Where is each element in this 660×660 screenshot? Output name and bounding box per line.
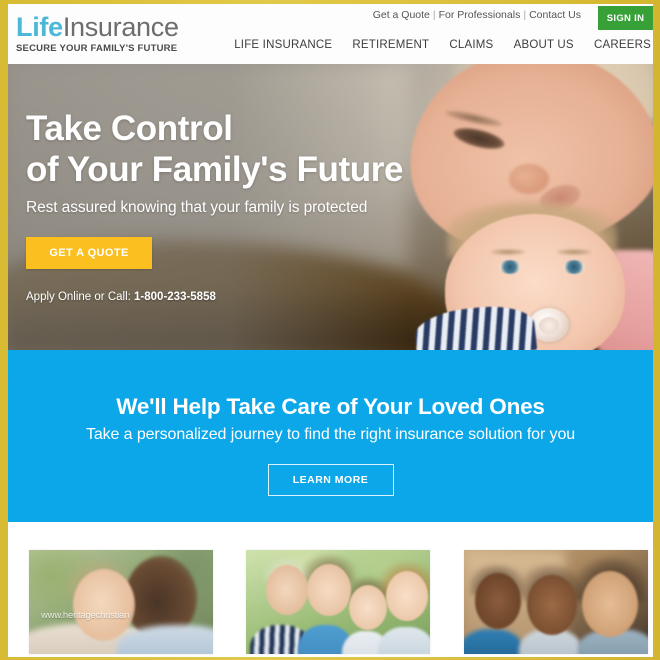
card-photo-family-of-four: [246, 550, 430, 654]
utility-separator-2: |: [523, 9, 527, 21]
utility-nav: Get a Quote | For Professionals | Contact Us: [373, 9, 581, 21]
card-item[interactable]: [464, 550, 648, 654]
promo-subheading: Take a personalized journey to find the …: [85, 426, 576, 443]
hero-heading-line-1: Take Control: [26, 109, 233, 148]
utility-link-contact-us[interactable]: Contact Us: [529, 9, 581, 21]
hero-baby-pacifier-center: [539, 317, 559, 334]
hero-heading: Take Control of Your Family's Future: [26, 108, 496, 190]
watermark-text: www.heritagechristian: [41, 610, 130, 621]
card-item[interactable]: www.heritagechristian: [29, 550, 213, 654]
hero-baby-eye-left: [499, 260, 521, 274]
logo-tagline: SECURE YOUR FAMILY'S FUTURE: [16, 43, 178, 54]
utility-link-for-professionals[interactable]: For Professionals: [439, 9, 521, 21]
card1-adult-head: [73, 568, 136, 641]
sign-in-button[interactable]: SIGN IN: [598, 6, 653, 30]
get-a-quote-button[interactable]: GET A QUOTE: [26, 237, 152, 269]
card2-body-4: [378, 626, 430, 654]
main-nav: LIFE INSURANCE RETIREMENT CLAIMS ABOUT U…: [217, 39, 651, 51]
card-photo-father-and-child: [29, 550, 213, 654]
hero-section: Take Control of Your Family's Future Res…: [8, 64, 653, 350]
nav-item-retirement[interactable]: RETIREMENT: [352, 39, 429, 51]
hero-baby-brow-right: [557, 249, 591, 255]
utility-link-get-a-quote[interactable]: Get a Quote: [373, 9, 430, 21]
card2-face-2: [306, 563, 351, 616]
card2-face-1: [266, 564, 309, 615]
card3-face-3: [581, 570, 638, 637]
page-canvas: LifeInsurance SECURE YOUR FAMILY'S FUTUR…: [8, 4, 653, 657]
card2-face-3: [349, 585, 388, 631]
hero-subheading: Rest assured knowing that your family is…: [26, 199, 368, 216]
hero-heading-line-2: of Your Family's Future: [26, 150, 404, 189]
promo-section: We'll Help Take Care of Your Loved Ones …: [8, 350, 653, 522]
hero-phone-prefix: Apply Online or Call:: [26, 291, 135, 303]
nav-item-life-insurance[interactable]: LIFE INSURANCE: [234, 39, 332, 51]
nav-item-careers[interactable]: CAREERS: [594, 39, 651, 51]
card3-face-2: [526, 574, 577, 635]
nav-item-claims[interactable]: CLAIMS: [449, 39, 493, 51]
card-photo-young-people-studying: [464, 550, 648, 654]
card3-face-1: [475, 572, 522, 629]
logo-primary-text: Life: [16, 12, 63, 42]
card2-face-4: [385, 570, 428, 621]
site-header: LifeInsurance SECURE YOUR FAMILY'S FUTUR…: [8, 4, 653, 64]
page-frame: LifeInsurance SECURE YOUR FAMILY'S FUTUR…: [0, 0, 660, 660]
hero-baby-eye-right: [563, 260, 585, 274]
hero-phone-line: Apply Online or Call: 1-800-233-5858: [26, 291, 496, 303]
site-logo[interactable]: LifeInsurance SECURE YOUR FAMILY'S FUTUR…: [16, 12, 179, 54]
logo-wordmark: LifeInsurance: [16, 12, 179, 42]
logo-secondary-text: Insurance: [62, 12, 179, 42]
hero-phone-number[interactable]: 1-800-233-5858: [134, 291, 216, 303]
card-item[interactable]: [246, 550, 430, 654]
cards-section: www.heritagechristian: [8, 522, 653, 657]
nav-item-about-us[interactable]: ABOUT US: [514, 39, 574, 51]
hero-mother-nose: [509, 164, 549, 194]
utility-separator-1: |: [432, 9, 436, 21]
learn-more-button[interactable]: LEARN MORE: [267, 464, 394, 496]
hero-copy: Take Control of Your Family's Future Res…: [26, 108, 496, 303]
promo-heading: We'll Help Take Care of Your Loved Ones: [116, 394, 545, 419]
hero-baby-brow-left: [491, 249, 525, 255]
